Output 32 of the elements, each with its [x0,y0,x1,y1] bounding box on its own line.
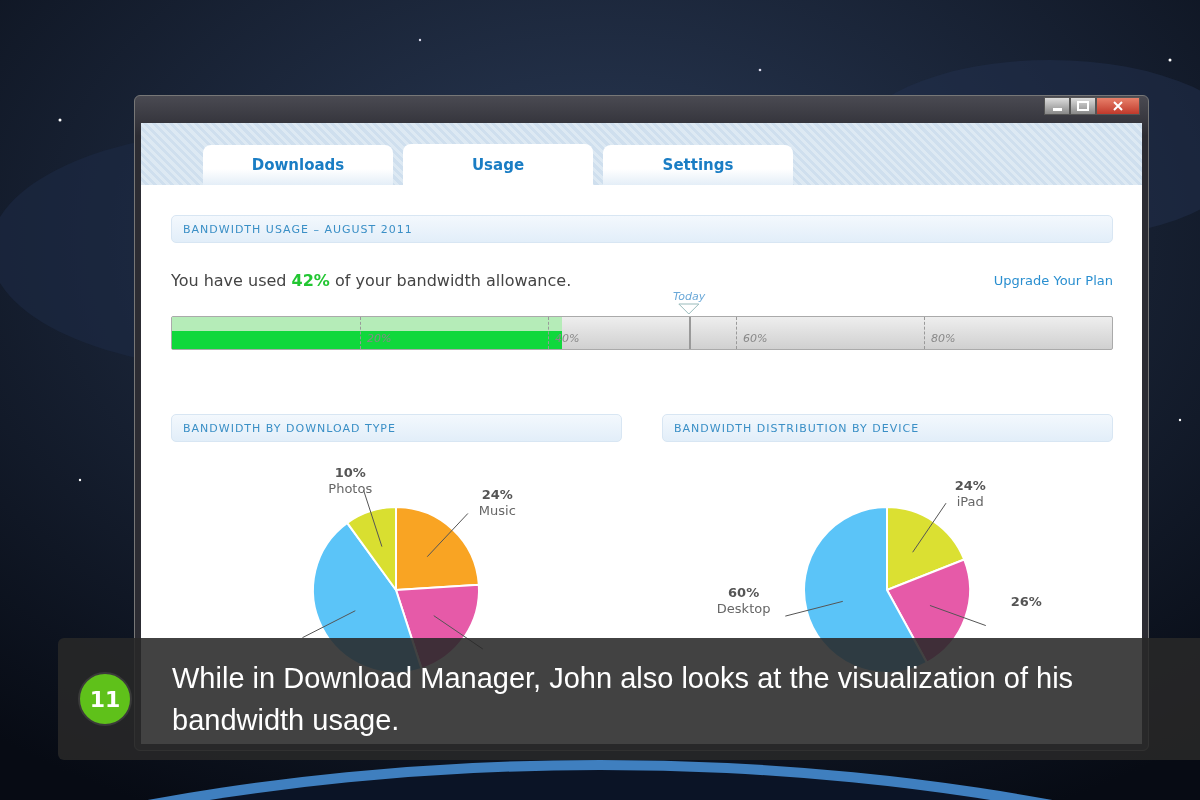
leader-line [426,512,469,558]
slice-percent: 24% [481,487,513,503]
leader-line [929,604,987,627]
tick-label: 20% [367,332,392,345]
tab[interactable]: Usage [403,144,593,185]
tick-label: 80% [931,332,956,345]
caption-text: While in Download Manager, John also looks at the visualization of his bandwidth usage. [172,660,1075,738]
tab[interactable]: Downloads [203,145,393,185]
close-icon [1113,101,1123,111]
leader-line [912,502,947,553]
section-header: BANDWIDTH BY DOWNLOAD TYPE [171,414,622,442]
usage-summary: You have used 42% of your bandwidth allowance. [171,271,572,290]
today-label: Today [672,290,706,303]
leader-line [301,610,356,639]
tab[interactable]: Settings [603,145,793,185]
tick-label: 60% [743,332,768,345]
slice-percent: 10% [334,465,366,481]
slice-name: Music [478,503,516,519]
leader-line [784,600,844,617]
slice-name: Photos [328,481,373,497]
close-button[interactable] [1096,97,1140,115]
minimize-button[interactable] [1044,97,1070,115]
section-header: BANDWIDTH USAGE – AUGUST 2011 [171,215,1113,243]
step-badge: 11 [78,672,132,726]
maximize-button[interactable] [1070,97,1096,115]
section-header: BANDWIDTH DISTRIBUTION BY DEVICE [662,414,1113,442]
slice-percent: 24% [954,477,986,493]
slice-name: iPad [956,493,984,509]
upgrade-link[interactable]: Upgrade Your Plan [993,273,1113,288]
slice-percent: 60% [728,584,760,600]
slice-percent: 26% [1010,593,1042,609]
slice-name: Desktop [716,600,771,616]
